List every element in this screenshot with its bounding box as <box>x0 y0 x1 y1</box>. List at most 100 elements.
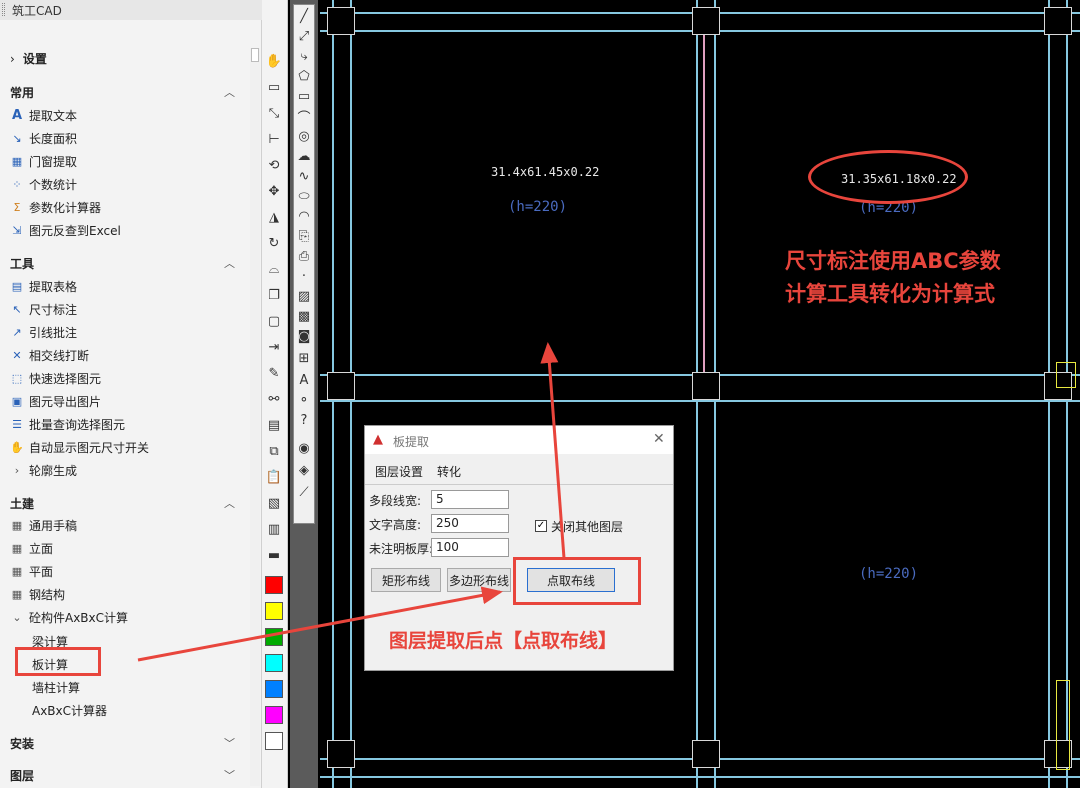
menu-item-break[interactable]: ✕ 相交线打断 <box>10 345 89 365</box>
gradient-icon[interactable]: ▩ <box>295 307 313 325</box>
thickness-label-1[interactable]: (h=220) <box>508 199 567 215</box>
palette-icon[interactable]: ▧ <box>265 494 283 512</box>
spline-icon[interactable]: ∿ <box>295 167 313 185</box>
dim-text-1[interactable]: 31.4x61.45x0.22 <box>491 165 599 179</box>
osnap-icon[interactable]: ◈ <box>295 461 313 479</box>
thickness-field[interactable]: 100 <box>431 538 509 557</box>
chevron-up-icon[interactable]: ︿ <box>224 495 235 511</box>
menu-item-plan[interactable]: ▦ 平面 <box>10 561 53 581</box>
construction-line-icon[interactable]: ⤢ <box>295 27 313 45</box>
move-icon[interactable]: ✥ <box>265 182 283 200</box>
dialog-titlebar[interactable]: ▲ 板提取 ✕ <box>365 426 673 454</box>
region-icon[interactable]: ◙ <box>295 327 313 345</box>
rectangle-icon[interactable]: ▭ <box>295 87 313 105</box>
layer-copy-icon[interactable]: ⧉ <box>265 442 283 460</box>
ruler-icon[interactable]: ▭ <box>265 78 283 96</box>
aligned-dim-icon[interactable]: ⤡ <box>265 104 283 122</box>
menu-item-length-area[interactable]: ↘ 长度面积 <box>10 128 77 148</box>
menu-item-dimension[interactable]: ↖ 尺寸标注 <box>10 299 77 319</box>
menu-item-wall-calc[interactable]: 墙柱计算 <box>32 679 80 696</box>
nodes-icon[interactable]: ⚯ <box>265 390 283 408</box>
tracking-icon[interactable]: ⟋ <box>295 483 313 501</box>
menu-item-manuscript[interactable]: ▦ 通用手稿 <box>10 515 77 535</box>
paste-icon[interactable]: ▤ <box>265 416 283 434</box>
stamp-icon[interactable]: ▬ <box>265 546 283 564</box>
layer-edit-icon[interactable]: ▥ <box>265 520 283 538</box>
chevron-up-icon[interactable]: ︿ <box>224 255 235 271</box>
color-swatch-cyan[interactable] <box>265 654 283 672</box>
menu-item-excel[interactable]: ⇲ 图元反查到Excel <box>10 220 120 240</box>
copy-icon[interactable]: ❐ <box>265 286 283 304</box>
attribute-icon[interactable]: ⚬ <box>295 391 313 409</box>
section-install[interactable]: 安装 <box>10 735 34 752</box>
point-icon[interactable]: · <box>295 267 313 285</box>
mirror-icon[interactable]: ◮ <box>265 208 283 226</box>
arc-icon[interactable]: ⌒ <box>295 107 313 126</box>
menu-item-leader[interactable]: ↗ 引线批注 <box>10 322 77 342</box>
menu-item-batch-query[interactable]: ☰ 批量查询选择图元 <box>10 414 125 434</box>
insert-block-icon[interactable]: ⎘ <box>295 227 313 245</box>
menu-item-door-window[interactable]: ▦ 门窗提取 <box>10 151 77 171</box>
line-icon[interactable]: ╱ <box>295 7 313 25</box>
polygon-layout-button[interactable]: 多边形布线 <box>447 568 511 592</box>
grip-icon[interactable] <box>2 3 5 16</box>
menu-item-elevation[interactable]: ▦ 立面 <box>10 538 53 558</box>
rect-layout-button[interactable]: 矩形布线 <box>371 568 441 592</box>
revcloud-icon[interactable]: ☁ <box>295 147 313 165</box>
menu-item-quick-select[interactable]: ⬚ 快速选择图元 <box>10 368 101 388</box>
circle-icon[interactable]: ◎ <box>295 127 313 145</box>
menu-item-param-calc[interactable]: Σ 参数化计算器 <box>10 197 102 217</box>
scrollbar[interactable] <box>250 48 260 786</box>
linear-dim-icon[interactable]: ⊢ <box>265 130 283 148</box>
color-swatch-white[interactable] <box>265 732 283 750</box>
chevron-up-icon[interactable]: ︿ <box>224 84 235 100</box>
pan-hand-icon[interactable]: ✋ <box>265 52 283 70</box>
offset-icon[interactable]: ⌓ <box>265 260 283 278</box>
polyline-icon[interactable]: ⟲ <box>265 156 283 174</box>
color-swatch-green[interactable] <box>265 628 283 646</box>
rect-icon[interactable]: ▢ <box>265 312 283 330</box>
menu-item-abc-calc[interactable]: AxBxC计算器 <box>32 702 107 719</box>
table-insert-icon[interactable]: ⊞ <box>295 349 313 367</box>
line-width-field[interactable]: 5 <box>431 490 509 509</box>
snap-icon[interactable]: ◉ <box>295 439 313 457</box>
menu-item-steel[interactable]: ▦ 钢结构 <box>10 584 65 604</box>
ellipse-arc-icon[interactable]: ◠ <box>295 207 313 225</box>
rotate-icon[interactable]: ↻ <box>265 234 283 252</box>
menu-item-extract-table[interactable]: ▤ 提取表格 <box>10 276 77 296</box>
clipboard-icon[interactable]: 📋 <box>265 468 283 486</box>
color-swatch-magenta[interactable] <box>265 706 283 724</box>
color-swatch-red[interactable] <box>265 576 283 594</box>
menu-item-extract-text[interactable]: A 提取文本 <box>10 105 77 125</box>
section-layers[interactable]: 图层 <box>10 767 34 784</box>
color-swatch-blue[interactable] <box>265 680 283 698</box>
text-height-field[interactable]: 250 <box>431 514 509 533</box>
scroll-thumb[interactable] <box>251 48 259 62</box>
color-swatch-yellow[interactable] <box>265 602 283 620</box>
menu-item-auto-size[interactable]: ✋ 自动显示图元尺寸开关 <box>10 437 149 457</box>
section-tools[interactable]: 工具 <box>10 255 34 272</box>
close-icon[interactable]: ✕ <box>653 431 665 447</box>
ellipse-icon[interactable]: ⬭ <box>295 187 313 205</box>
chevron-down-icon[interactable]: ﹀ <box>224 735 235 751</box>
help-icon[interactable]: ? <box>295 411 313 429</box>
brush-icon[interactable]: ✎ <box>265 364 283 382</box>
thickness-label-3[interactable]: (h=220) <box>859 566 918 582</box>
section-civil[interactable]: 土建 <box>10 495 34 512</box>
polyline-draw-icon[interactable]: ⤷ <box>295 47 313 65</box>
menu-item-export-image[interactable]: ▣ 图元导出图片 <box>10 391 101 411</box>
hatch-icon[interactable]: ▨ <box>295 287 313 305</box>
join-icon[interactable]: ⇥ <box>265 338 283 356</box>
tab-layer-settings[interactable]: 图层设置 <box>375 463 423 480</box>
section-common[interactable]: 常用 <box>10 84 34 101</box>
polygon-icon[interactable]: ⬠ <box>295 67 313 85</box>
tab-convert[interactable]: 转化 <box>437 463 461 480</box>
menu-item-count[interactable]: ⁘ 个数统计 <box>10 174 77 194</box>
menu-item-concrete-group[interactable]: ⌄ 砼构件AxBxC计算 <box>10 607 128 627</box>
make-block-icon[interactable]: ⎙ <box>295 247 313 265</box>
close-other-layers-checkbox[interactable]: ✓ <box>535 520 547 532</box>
chevron-down-icon[interactable]: ﹀ <box>224 767 235 783</box>
menu-item-contour[interactable]: › 轮廓生成 <box>10 460 77 480</box>
settings-row[interactable]: › 设置 <box>10 50 47 67</box>
mtext-icon[interactable]: A <box>295 371 313 389</box>
